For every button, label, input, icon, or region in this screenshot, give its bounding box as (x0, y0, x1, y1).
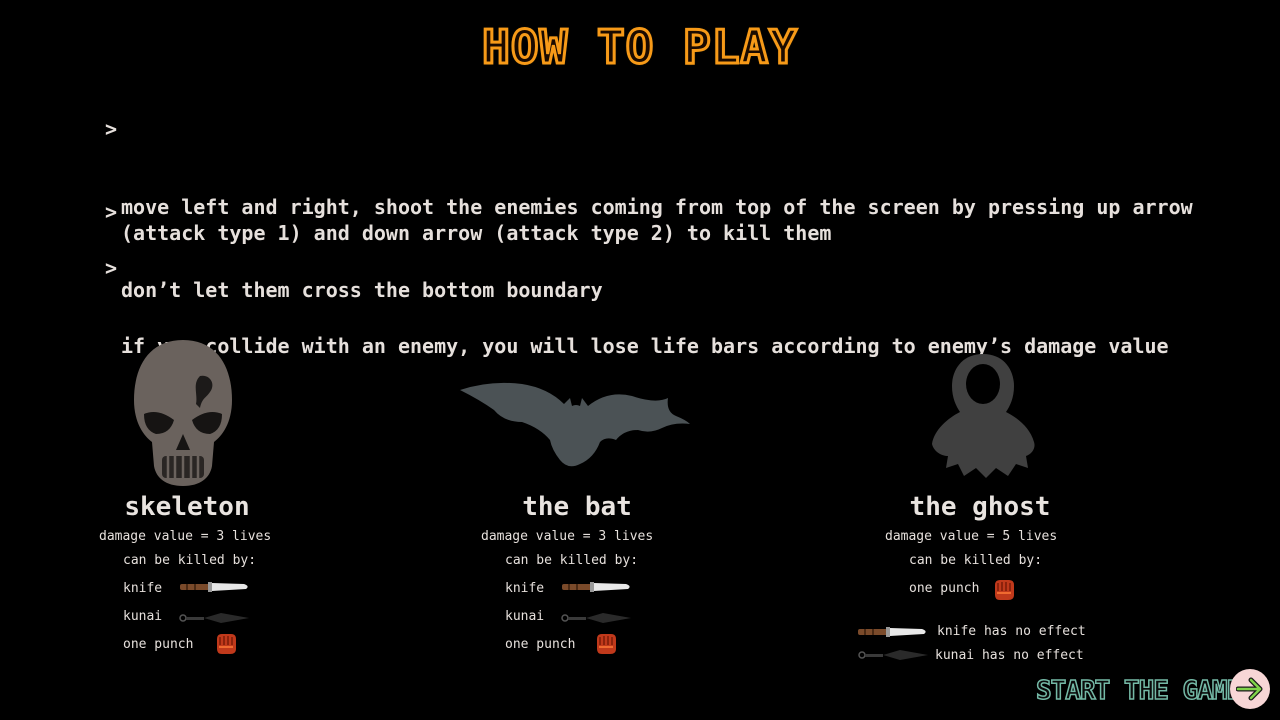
fist-icon (994, 579, 1015, 601)
knife-icon (180, 582, 248, 592)
no-effect-knife: knife has no effect (937, 624, 1086, 639)
rule-marker: > (105, 200, 118, 224)
kunai-icon (858, 649, 929, 661)
weapon-label-kunai: kunai (123, 609, 163, 624)
weapon-label-kunai: kunai (505, 609, 545, 624)
weapon-label-punch: one punch (909, 581, 980, 596)
killed-by-label: can be killed by: (505, 553, 639, 568)
rule-marker: > (105, 256, 118, 280)
no-effect-kunai: kunai has no effect (935, 648, 1084, 663)
damage-value: damage value = 3 lives (99, 529, 272, 544)
enemy-name: the bat (522, 492, 632, 522)
kunai-icon (179, 612, 250, 624)
kunai-icon (561, 612, 632, 624)
rule-marker: > (105, 117, 118, 141)
fist-icon (596, 633, 617, 655)
weapon-label-knife: knife (123, 581, 163, 596)
skull-icon (134, 340, 232, 486)
killed-by-label: can be killed by: (123, 553, 257, 568)
fist-icon (216, 633, 237, 655)
ghost-icon (932, 354, 1035, 478)
killed-by-label: can be killed by: (909, 553, 1043, 568)
start-game-button[interactable] (1230, 669, 1270, 709)
enemy-name: skeleton (124, 492, 250, 522)
knife-icon (858, 627, 926, 637)
damage-value: damage value = 3 lives (481, 529, 654, 544)
page-title: HOW TO PLAY (481, 19, 799, 76)
bat-icon (460, 382, 690, 467)
weapon-label-punch: one punch (123, 637, 194, 652)
weapon-label-knife: knife (505, 581, 545, 596)
weapon-label-punch: one punch (505, 637, 576, 652)
damage-value: damage value = 5 lives (885, 529, 1058, 544)
knife-icon (562, 582, 630, 592)
start-game-label[interactable]: START THE GAME (1035, 675, 1243, 707)
enemy-name: the ghost (909, 492, 1051, 522)
arrow-right-icon (1236, 677, 1263, 701)
